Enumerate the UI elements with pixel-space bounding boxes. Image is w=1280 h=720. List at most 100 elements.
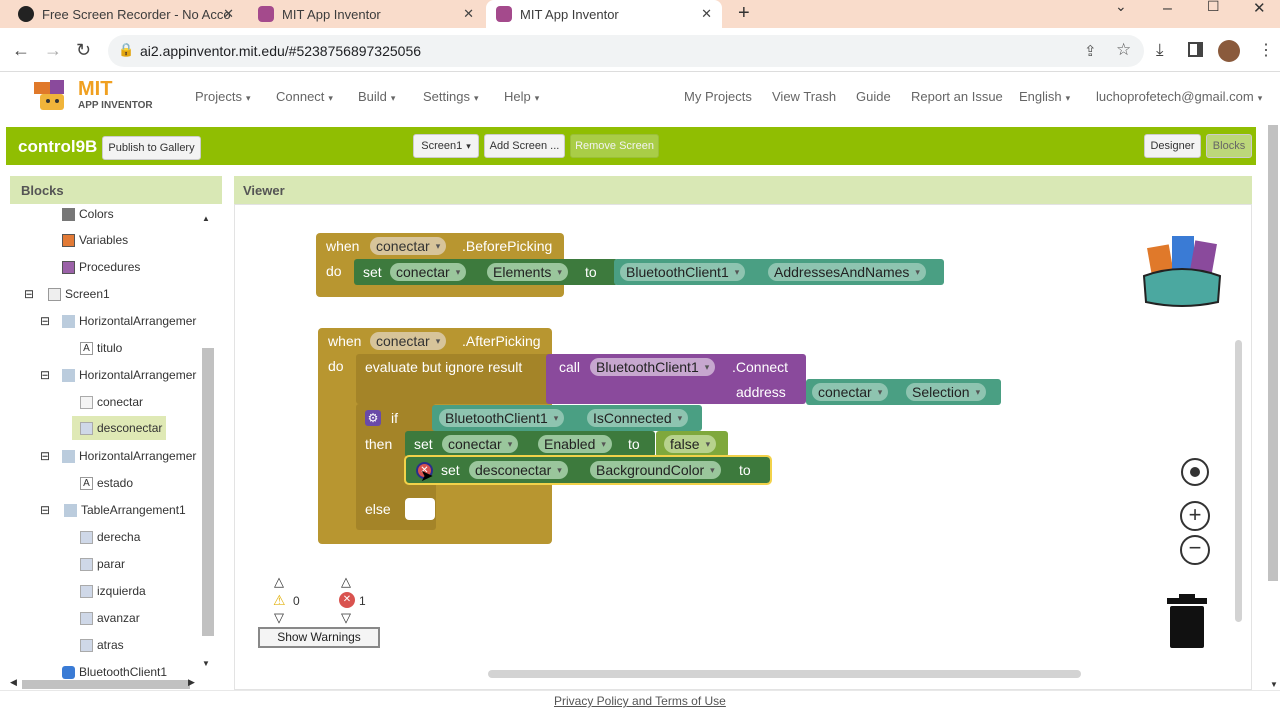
menu-build[interactable]: Build ▾ [358, 89, 395, 104]
forward-icon[interactable]: → [44, 40, 62, 61]
tree-item-titulo[interactable]: Atitulo [80, 338, 122, 358]
label-icon: A [80, 476, 93, 490]
property-dropdown[interactable]: AddressesAndNames ▾ [768, 263, 926, 281]
link-guide[interactable]: Guide [856, 89, 891, 104]
window-close-icon[interactable]: ✕ [1253, 0, 1266, 17]
new-tab-icon[interactable]: + [738, 2, 750, 25]
browser-tab-appinventor-1[interactable]: MIT App Inventor ✕ [248, 0, 484, 28]
page-vscroll-thumb[interactable] [1268, 125, 1278, 581]
component-dropdown[interactable]: BluetoothClient1 ▾ [590, 358, 716, 376]
boolean-dropdown[interactable]: false ▾ [664, 435, 717, 453]
tree-item-horizontal-3[interactable]: ⊟ HorizontalArrangemer [40, 446, 196, 466]
maximize-icon[interactable]: ☐ [1207, 0, 1220, 15]
link-report-issue[interactable]: Report an Issue [911, 89, 1003, 104]
scroll-up-icon[interactable]: ▲ [202, 214, 210, 223]
tree-item-conectar[interactable]: conectar [80, 392, 143, 412]
tree-item-izquierda[interactable]: izquierda [80, 581, 146, 601]
scroll-left-icon[interactable]: ◀ [10, 677, 17, 688]
zoom-in-icon[interactable]: + [1180, 501, 1210, 531]
property-dropdown[interactable]: Enabled ▾ [538, 435, 612, 453]
tree-item-table[interactable]: ⊟ TableArrangement1 [40, 500, 186, 520]
tree-item-parar[interactable]: parar [80, 554, 125, 574]
component-dropdown[interactable]: BluetoothClient1 ▾ [620, 263, 746, 281]
scroll-right-icon[interactable]: ▶ [188, 677, 195, 688]
zoom-out-icon[interactable]: − [1180, 535, 1210, 565]
tree-item-screen1[interactable]: ⊟ Screen1 [24, 284, 110, 304]
show-warnings-button[interactable]: Show Warnings [258, 627, 380, 648]
tree-item-bluetooth[interactable]: BluetoothClient1 [62, 662, 167, 682]
publish-gallery-button[interactable]: Publish to Gallery [102, 136, 201, 160]
tree-item-desconectar[interactable]: desconectar [72, 416, 166, 440]
tree-item-avanzar[interactable]: avanzar [80, 608, 140, 628]
menu-connect[interactable]: Connect ▾ [276, 89, 333, 104]
backpack-icon[interactable] [1138, 224, 1226, 308]
component-dropdown[interactable]: conectar ▾ [390, 263, 467, 281]
viewer-hscroll-thumb[interactable] [488, 670, 1081, 678]
profile-avatar[interactable] [1218, 40, 1240, 62]
blocks-button[interactable]: Blocks [1206, 134, 1252, 158]
add-screen-button[interactable]: Add Screen ... [484, 134, 565, 158]
minimize-icon[interactable]: – [1163, 0, 1172, 18]
property-dropdown[interactable]: IsConnected ▾ [587, 409, 689, 427]
component-dropdown[interactable]: conectar ▾ [370, 332, 447, 350]
screen-select[interactable]: Screen1 ▾ [413, 134, 479, 158]
bluetooth-icon [62, 665, 75, 679]
tree-hscroll-thumb[interactable] [22, 680, 190, 689]
chevron-down-icon: ▾ [507, 438, 513, 449]
app-inventor-logo-icon[interactable] [30, 76, 74, 116]
tree-item-horizontal-1[interactable]: ⊟ HorizontalArrangemer [40, 311, 196, 331]
component-dropdown[interactable]: conectar ▾ [370, 237, 447, 255]
warning-next-icon[interactable]: ▽ [274, 610, 284, 626]
language-menu[interactable]: English ▾ [1019, 89, 1070, 104]
component-dropdown[interactable]: conectar ▾ [812, 383, 889, 401]
property-dropdown[interactable]: BackgroundColor ▾ [590, 461, 721, 479]
close-tab-icon[interactable]: ✕ [223, 6, 234, 22]
warning-prev-icon[interactable]: △ [274, 574, 284, 590]
component-dropdown[interactable]: conectar ▾ [442, 435, 519, 453]
browser-tab-recorder[interactable]: Free Screen Recorder - No Acco ✕ [8, 0, 244, 28]
tree-item-derecha[interactable]: derecha [80, 527, 140, 547]
tree-item-horizontal-2[interactable]: ⊟ HorizontalArrangemer [40, 365, 196, 385]
url-text[interactable]: ai2.appinventor.mit.edu/#523875689732505… [140, 43, 421, 59]
sidebar-icon[interactable] [1188, 42, 1203, 57]
scroll-down-icon[interactable]: ▼ [202, 659, 210, 668]
designer-button[interactable]: Designer [1144, 134, 1201, 158]
lock-icon[interactable]: 🔒 [118, 42, 134, 58]
link-my-projects[interactable]: My Projects [684, 89, 752, 104]
error-next-icon[interactable]: ▽ [341, 610, 351, 626]
bookmark-star-icon[interactable]: ☆ [1116, 40, 1131, 60]
link-view-trash[interactable]: View Trash [772, 89, 836, 104]
privacy-link[interactable]: Privacy Policy and Terms of Use [554, 694, 726, 708]
property-dropdown[interactable]: Elements ▾ [487, 263, 568, 281]
component-dropdown[interactable]: BluetoothClient1 ▾ [439, 409, 565, 427]
close-tab-icon[interactable]: ✕ [701, 6, 712, 22]
tree-item-atras[interactable]: atras [80, 635, 124, 655]
recenter-icon[interactable] [1181, 458, 1209, 486]
account-menu[interactable]: luchoprofetech@gmail.com ▾ [1096, 89, 1262, 104]
gear-icon[interactable]: ⚙ [365, 410, 381, 426]
property-dropdown[interactable]: Selection ▾ [906, 383, 987, 401]
menu-help[interactable]: Help ▾ [504, 89, 539, 104]
trash-icon[interactable] [1166, 594, 1208, 648]
tree-item-estado[interactable]: Aestado [80, 473, 133, 493]
download-icon[interactable]: ⤓ [1156, 40, 1164, 60]
tree-item-colors[interactable]: Colors [62, 204, 114, 224]
page-scroll-down-icon[interactable]: ▼ [1270, 680, 1278, 689]
tree-vscroll-thumb[interactable] [202, 348, 214, 636]
back-icon[interactable]: ← [12, 40, 30, 61]
tree-item-procedures[interactable]: Procedures [62, 257, 140, 277]
error-prev-icon[interactable]: △ [341, 574, 351, 590]
tree-item-variables[interactable]: Variables [62, 230, 128, 250]
reload-icon[interactable]: ↻ [76, 40, 91, 61]
else-empty-slot[interactable] [405, 498, 435, 520]
share-icon[interactable]: ⇪ [1084, 42, 1097, 60]
browser-menu-icon[interactable]: ⋮ [1258, 40, 1274, 60]
close-tab-icon[interactable]: ✕ [463, 6, 474, 22]
menu-projects[interactable]: Projects ▾ [195, 89, 251, 104]
tab-search-icon[interactable]: ⌄ [1115, 0, 1127, 15]
viewer-vscroll-thumb[interactable] [1235, 340, 1242, 622]
component-dropdown[interactable]: desconectar ▾ [469, 461, 568, 479]
menu-settings[interactable]: Settings ▾ [423, 89, 479, 104]
remove-screen-button[interactable]: Remove Screen [570, 134, 659, 158]
browser-tab-appinventor-active[interactable]: MIT App Inventor ✕ [486, 0, 722, 28]
